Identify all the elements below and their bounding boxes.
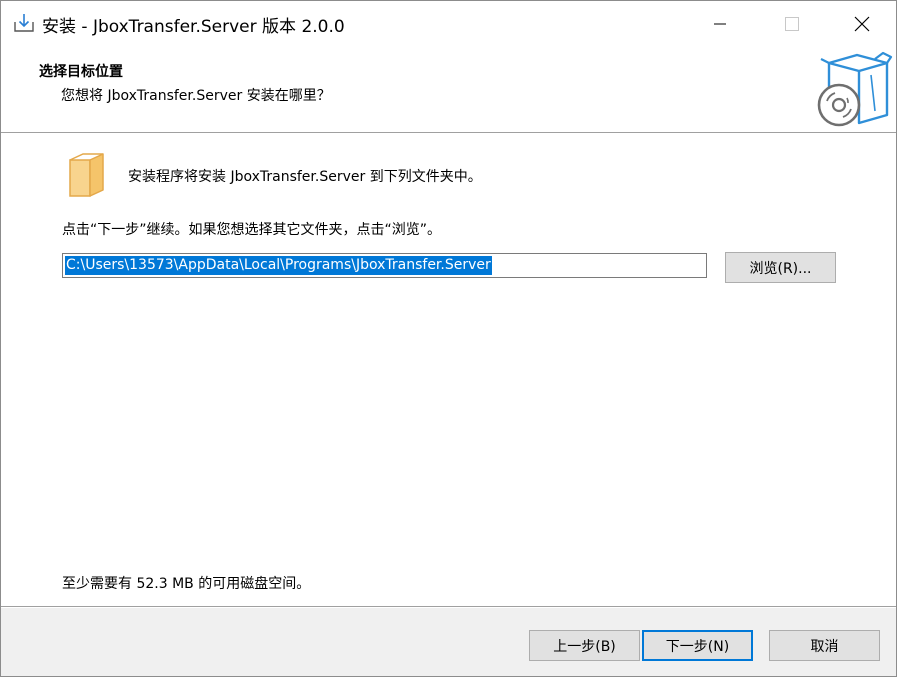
minimize-icon [714, 18, 726, 30]
cancel-button[interactable]: 取消 [769, 630, 880, 661]
title-bar[interactable]: 安装 - JboxTransfer.Server 版本 2.0.0 [1, 1, 896, 46]
wizard-footer: 上一步(B) 下一步(N) 取消 [1, 608, 896, 676]
browse-button[interactable]: 浏览(R)... [725, 252, 836, 283]
install-box-cd-icon [813, 51, 893, 131]
install-path-value: C:\Users\13573\AppData\Local\Programs\Jb… [65, 256, 492, 275]
disk-space-text: 至少需要有 52.3 MB 的可用磁盘空间。 [62, 576, 311, 592]
installer-window: 安装 - JboxTransfer.Server 版本 2.0.0 选择目标位置… [0, 0, 897, 677]
close-button[interactable] [833, 1, 891, 46]
maximize-icon [785, 16, 799, 31]
minimize-button[interactable] [691, 1, 749, 46]
back-button[interactable]: 上一步(B) [529, 630, 640, 661]
maximize-button[interactable] [763, 1, 821, 46]
page-subtitle: 您想将 JboxTransfer.Server 安装在哪里？ [61, 88, 331, 104]
window-title: 安装 - JboxTransfer.Server 版本 2.0.0 [42, 17, 345, 37]
page-title: 选择目标位置 [39, 64, 123, 80]
install-location-text: 安装程序将安装 JboxTransfer.Server 到下列文件夹中。 [128, 169, 482, 185]
next-button[interactable]: 下一步(N) [642, 630, 753, 661]
close-icon [854, 16, 870, 32]
install-path-input[interactable]: C:\Users\13573\AppData\Local\Programs\Jb… [62, 253, 707, 278]
header-divider [1, 132, 896, 134]
folder-icon [67, 152, 107, 198]
instruction-text: 点击“下一步”继续。如果您想选择其它文件夹，点击“浏览”。 [62, 222, 442, 238]
wizard-header: 选择目标位置 您想将 JboxTransfer.Server 安装在哪里？ [1, 46, 896, 132]
installer-app-icon [13, 12, 35, 34]
